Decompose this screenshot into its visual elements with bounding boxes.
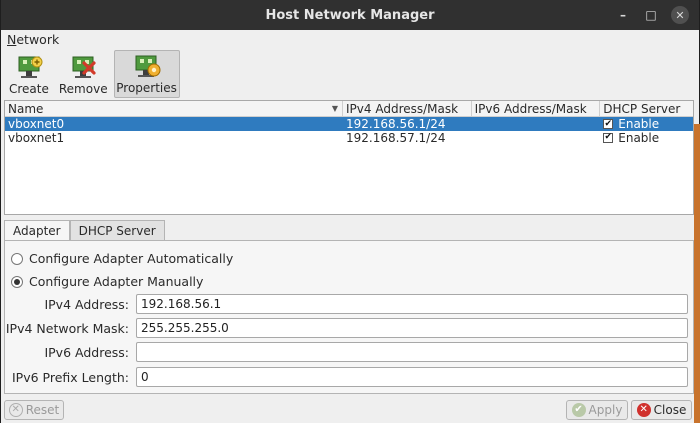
reset-button[interactable]: ✕ Reset xyxy=(4,400,64,420)
row-ipv4: 192.168.56.1/24 xyxy=(346,117,446,131)
window-controls: – □ ✕ xyxy=(615,0,689,30)
row-dhcp: ✔ Enable xyxy=(600,131,693,145)
properties-label: Properties xyxy=(116,81,177,95)
manual-config-option[interactable]: Configure Adapter Manually xyxy=(11,274,203,289)
ipv6-prefix-input[interactable] xyxy=(136,367,688,387)
network-remove-icon xyxy=(72,56,96,78)
remove-label: Remove xyxy=(58,82,108,96)
ipv6-prefix-row: IPv6 Prefix Length: xyxy=(5,367,695,387)
adapter-panel: Configure Adapter Automatically Configur… xyxy=(4,240,694,394)
ipv6-address-label: IPv6 Address: xyxy=(44,344,129,360)
properties-button[interactable]: Properties xyxy=(113,50,180,98)
window-title: Host Network Manager xyxy=(265,7,435,23)
minimize-icon[interactable]: – xyxy=(615,7,631,23)
window-close-icon[interactable]: ✕ xyxy=(671,6,689,24)
column-header-ipv6[interactable]: IPv6 Address/Mask xyxy=(472,101,601,116)
close-icon: ✕ xyxy=(636,403,651,417)
table-row[interactable]: vboxnet1 192.168.57.1/24 ✔ Enable xyxy=(5,130,693,145)
details-tabs: Adapter DHCP Server xyxy=(4,220,165,241)
dhcp-checkbox[interactable]: ✔ xyxy=(603,132,614,143)
ipv4-address-input[interactable] xyxy=(136,294,688,314)
ipv4-address-label: IPv4 Address: xyxy=(44,296,129,312)
column-header-ipv4[interactable]: IPv4 Address/Mask xyxy=(343,101,472,116)
toolbar: Create Remove Properties xyxy=(1,50,699,98)
create-button[interactable]: Create xyxy=(5,50,53,98)
maximize-icon[interactable]: □ xyxy=(643,7,659,23)
tab-dhcp-server[interactable]: DHCP Server xyxy=(69,220,165,240)
apply-button[interactable]: ✔ Apply xyxy=(566,400,628,420)
manual-config-radio[interactable] xyxy=(11,275,23,288)
row-ipv4: 192.168.57.1/24 xyxy=(346,130,446,145)
menu-bar: Network xyxy=(1,30,699,48)
ipv4-mask-input[interactable] xyxy=(136,318,688,338)
ipv6-address-input[interactable] xyxy=(136,342,688,362)
auto-config-radio[interactable] xyxy=(11,252,23,265)
row-name: vboxnet1 xyxy=(8,130,65,145)
dhcp-checkbox[interactable]: ✔ xyxy=(603,119,614,129)
host-network-manager-window: Host Network Manager – □ ✕ Network Creat… xyxy=(0,0,700,423)
column-header-name[interactable]: Name ▼ xyxy=(5,101,344,116)
row-name: vboxnet0 xyxy=(8,117,65,131)
network-create-icon xyxy=(18,56,43,78)
table-row[interactable]: vboxnet0 192.168.56.1/24 ✔ Enable xyxy=(5,117,693,131)
create-label: Create xyxy=(9,82,49,96)
column-header-dhcp[interactable]: DHCP Server xyxy=(600,101,693,116)
ipv4-address-row: IPv4 Address: xyxy=(5,294,695,314)
tab-adapter[interactable]: Adapter xyxy=(4,220,70,241)
menu-network[interactable]: Network xyxy=(7,32,59,47)
auto-config-label: Configure Adapter Automatically xyxy=(29,251,234,266)
ipv4-mask-label: IPv4 Network Mask: xyxy=(5,320,129,336)
network-properties-icon xyxy=(135,55,161,77)
ipv6-prefix-label: IPv6 Prefix Length: xyxy=(12,369,129,385)
auto-config-option[interactable]: Configure Adapter Automatically xyxy=(11,251,233,266)
title-bar: Host Network Manager – □ ✕ xyxy=(1,0,699,30)
close-button[interactable]: ✕ Close xyxy=(631,400,692,420)
remove-button[interactable]: Remove xyxy=(55,50,112,98)
dhcp-label: Enable xyxy=(618,117,660,131)
row-dhcp: ✔ Enable xyxy=(600,117,693,131)
reset-icon: ✕ xyxy=(8,403,23,417)
background-window-edge xyxy=(694,124,700,423)
dhcp-label: Enable xyxy=(618,130,660,145)
ipv4-mask-row: IPv4 Network Mask: xyxy=(5,318,695,338)
apply-icon: ✔ xyxy=(571,403,586,417)
sort-down-icon: ▼ xyxy=(331,104,339,113)
network-table: Name ▼ IPv4 Address/Mask IPv6 Address/Ma… xyxy=(4,100,694,215)
manual-config-label: Configure Adapter Manually xyxy=(29,274,204,289)
table-header: Name ▼ IPv4 Address/Mask IPv6 Address/Ma… xyxy=(5,101,693,117)
ipv6-address-row: IPv6 Address: xyxy=(5,342,695,362)
